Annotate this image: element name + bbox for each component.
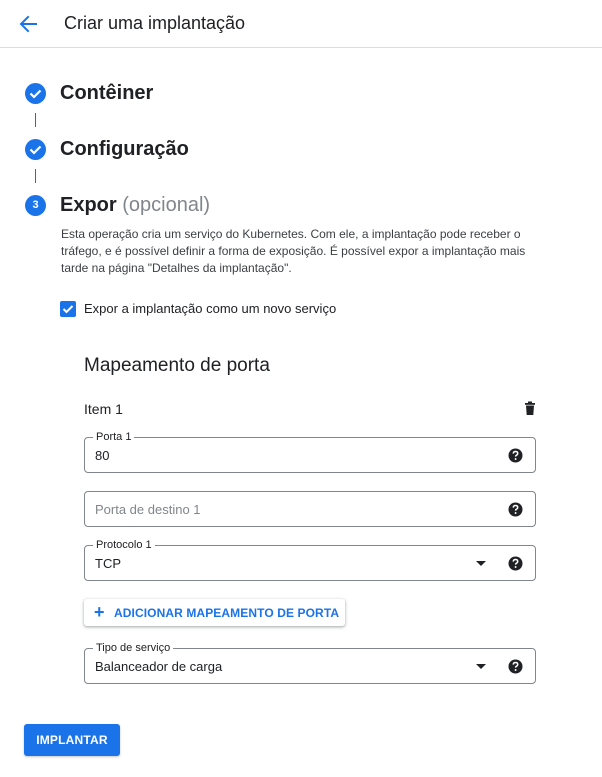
expose-service-label[interactable]: Expor a implantação como um novo serviço [84, 301, 336, 316]
back-button[interactable] [14, 10, 42, 38]
step-description: Esta operação cria um serviço do Kuberne… [61, 227, 526, 275]
step-expose-title: Expor (opcional) [60, 194, 210, 217]
trash-icon[interactable] [522, 400, 538, 416]
deploy-button-label: IMPLANTAR [36, 733, 108, 747]
check-circle-icon [25, 139, 46, 160]
check-icon [62, 305, 74, 314]
arrow-back-icon[interactable] [14, 10, 42, 38]
item-title: Item 1 [84, 401, 123, 417]
step-connector [35, 169, 36, 183]
port-field-label: Porta 1 [93, 430, 135, 444]
protocol-select[interactable]: Protocolo 1 TCP [84, 538, 536, 581]
help-icon[interactable] [508, 556, 523, 571]
step-configuration-title[interactable]: Configuração [60, 138, 189, 161]
service-type-label: Tipo de serviço [93, 641, 174, 655]
expose-service-checkbox[interactable] [60, 301, 76, 317]
help-icon[interactable] [508, 502, 523, 517]
delete-item-button[interactable] [522, 400, 538, 416]
port-field[interactable]: Porta 1 80 [84, 430, 536, 473]
port-field-value[interactable]: 80 [95, 448, 109, 463]
dropdown-arrow-icon[interactable] [476, 664, 486, 669]
step-connector [35, 113, 36, 127]
dropdown-arrow-icon[interactable] [476, 561, 486, 566]
step-optional-label: (opcional) [122, 194, 211, 216]
page-title: Criar uma implantação [64, 13, 246, 33]
deploy-button[interactable]: IMPLANTAR [24, 724, 120, 756]
step-expose-label: Expor [60, 194, 117, 216]
target-port-field[interactable]: Porta de destino 1 [84, 491, 536, 527]
step-number-badge: 3 [25, 195, 46, 216]
step-number: 3 [32, 199, 39, 211]
service-type-select[interactable]: Tipo de serviço Balanceador de carga [84, 641, 536, 684]
port-mapping-title: Mapeamento de porta [84, 355, 270, 376]
check-circle-icon [25, 83, 46, 104]
help-icon[interactable] [508, 448, 523, 463]
protocol-select-label: Protocolo 1 [93, 538, 155, 552]
target-port-placeholder[interactable]: Porta de destino 1 [95, 502, 201, 517]
add-port-mapping-label: ADICIONAR MAPEAMENTO DE PORTA [114, 606, 340, 620]
protocol-select-value[interactable]: TCP [95, 556, 121, 571]
top-bar: Criar uma implantação [0, 0, 602, 48]
service-type-value[interactable]: Balanceador de carga [95, 659, 222, 674]
add-port-mapping-button[interactable]: + ADICIONAR MAPEAMENTO DE PORTA [84, 599, 345, 626]
step-container-title[interactable]: Contêiner [60, 82, 153, 105]
plus-icon: + [94, 602, 105, 622]
help-icon[interactable] [508, 659, 523, 674]
